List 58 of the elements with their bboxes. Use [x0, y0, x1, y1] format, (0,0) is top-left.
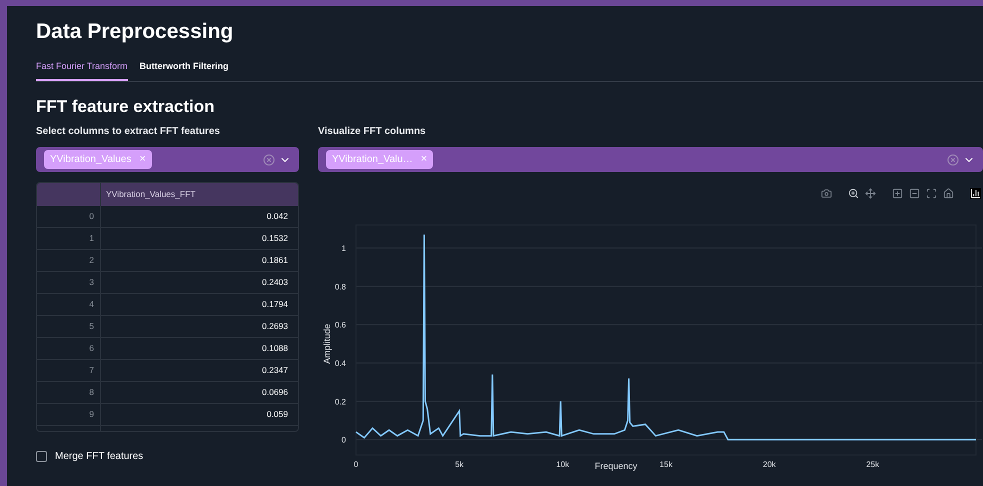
zoom-icon[interactable]: [848, 188, 859, 199]
x-tick-label: 20k: [762, 460, 776, 469]
x-tick-label: 25k: [866, 460, 880, 469]
page-title: Data Preprocessing: [36, 19, 234, 45]
x-tick-label: 0: [354, 460, 358, 469]
zoom-out-icon[interactable]: [909, 188, 920, 199]
selected-chip[interactable]: YVibration_Values ×: [44, 150, 152, 169]
chip-remove[interactable]: ×: [139, 151, 146, 168]
table-cell-text: 0.1794: [261, 298, 289, 312]
row-index: 3: [37, 272, 101, 293]
checkbox-label: Merge FFT features: [55, 450, 144, 464]
table-cell-text: 0.1532: [261, 232, 289, 246]
home-icon[interactable]: [943, 188, 954, 199]
table-cell-text: 0.2693: [261, 320, 289, 334]
y-tick-label: 0.4: [334, 359, 346, 368]
x-tick-label: 5k: [455, 460, 464, 469]
table-cell-text: 0.042: [266, 210, 289, 224]
field-label: Visualize FFT columns: [318, 125, 427, 139]
row-index: 5: [37, 316, 101, 337]
row-index: 8: [37, 382, 101, 403]
y-tick-label: 0.2: [334, 397, 346, 406]
y-axis-title: Amplitude: [322, 324, 332, 364]
table-cell-text: 0.2403: [261, 276, 289, 290]
field-label: Select columns to extract FFT features: [36, 125, 221, 139]
tab[interactable]: Fast Fourier Transform: [36, 60, 128, 80]
table-cell-text: 0.2347: [261, 364, 289, 378]
x-tick-label: 15k: [660, 460, 672, 469]
row-index: 7: [37, 360, 101, 381]
table-cell-text: 0.1088: [261, 342, 289, 356]
checkbox[interactable]: [36, 451, 47, 462]
column-header: YVibration_Values_FFT: [105, 188, 196, 202]
autoscale-icon[interactable]: [926, 188, 937, 199]
pan-icon[interactable]: [865, 188, 876, 199]
y-tick-label: 1: [342, 244, 346, 253]
section-title: FFT feature extraction: [36, 96, 216, 118]
selected-chip[interactable]: YVibration_Valu… ×: [326, 150, 434, 169]
chip-remove[interactable]: ×: [420, 151, 428, 168]
chip-label: YVibration_Values: [50, 153, 132, 167]
y-tick-label: 0.6: [334, 320, 346, 330]
row-index: 2: [37, 250, 101, 271]
y-tick-label: 0.8: [334, 282, 346, 292]
camera-icon[interactable]: [821, 188, 832, 199]
multiselect-field[interactable]: YVibration_Values ×: [36, 147, 299, 172]
x-axis-title: Frequency: [594, 461, 638, 471]
tab[interactable]: Butterworth Filtering: [140, 60, 229, 80]
row-index: 4: [37, 294, 101, 315]
chip-label: YVibration_Valu…: [332, 153, 413, 167]
multiselect-field[interactable]: YVibration_Valu… ×: [318, 147, 983, 172]
table-cell-text: 0.059: [266, 408, 289, 422]
row-index: 9: [37, 404, 101, 425]
zoom-in-icon[interactable]: [892, 188, 903, 199]
row-index: 6: [37, 338, 101, 359]
x-tick-label: 10k: [556, 460, 570, 469]
y-tick-label: 0: [342, 436, 346, 445]
row-index: 1: [37, 228, 101, 249]
table-cell-text: 0.1861: [261, 254, 289, 268]
row-index: 0: [37, 206, 101, 227]
table-cell-text: 0.0696: [261, 386, 289, 400]
